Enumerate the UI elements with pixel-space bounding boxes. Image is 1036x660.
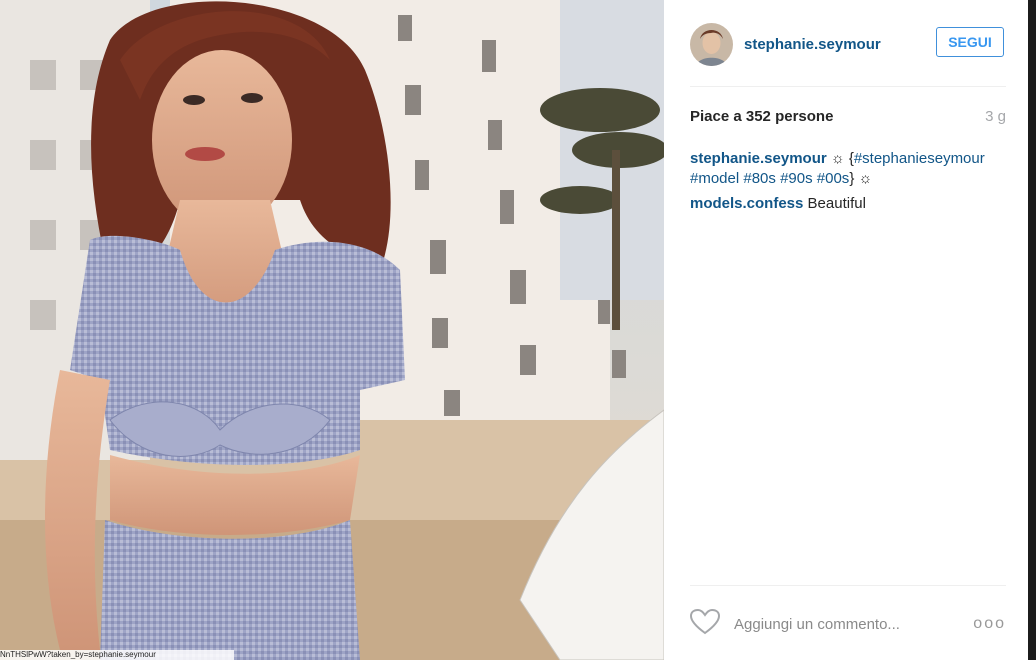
comment-username[interactable]: models.confess — [690, 195, 803, 212]
comment-text: Beautiful — [807, 195, 866, 212]
likes-count[interactable]: Piace a 352 persone — [690, 108, 833, 125]
follow-button[interactable]: SEGUI — [936, 27, 1004, 57]
hashtag-link[interactable]: #00s — [817, 170, 850, 187]
avatar[interactable] — [690, 22, 733, 66]
post-side-panel: stephanie.seymour SEGUI Piace a 352 pers… — [664, 0, 1036, 660]
comment-item: stephanie.seymour ☼ {#stephanieseymour #… — [690, 149, 1010, 189]
hashtag-link[interactable]: #model — [690, 170, 739, 187]
window-edge — [1028, 0, 1036, 660]
post-photo[interactable]: NnTHSlPwW?taken_by=stephanie.seymour — [0, 0, 664, 660]
sun-symbol: ☼ — [830, 150, 845, 167]
comment-username[interactable]: stephanie.seymour — [690, 150, 827, 167]
divider — [690, 86, 1006, 87]
post-time[interactable]: 3 g — [985, 108, 1006, 125]
photo-illustration — [0, 0, 664, 660]
sun-symbol: ☼ — [858, 170, 873, 187]
divider — [690, 585, 1006, 586]
brace-close: } — [849, 170, 855, 187]
more-options-icon[interactable]: ooo — [973, 615, 1006, 633]
hashtag-link[interactable]: #90s — [780, 170, 813, 187]
comment-item: models.confess Beautiful — [690, 194, 1010, 214]
hashtag-link[interactable]: #stephanieseymour — [854, 150, 985, 167]
comment-bar: Aggiungi un commento... ooo — [689, 604, 1006, 644]
comment-input[interactable]: Aggiungi un commento... — [734, 616, 973, 633]
username-link[interactable]: stephanie.seymour — [744, 36, 881, 53]
photo-url-caption: NnTHSlPwW?taken_by=stephanie.seymour — [0, 650, 234, 660]
comments-list: stephanie.seymour ☼ {#stephanieseymour #… — [690, 149, 1010, 219]
heart-icon[interactable] — [689, 608, 721, 640]
hashtag-link[interactable]: #80s — [743, 170, 776, 187]
